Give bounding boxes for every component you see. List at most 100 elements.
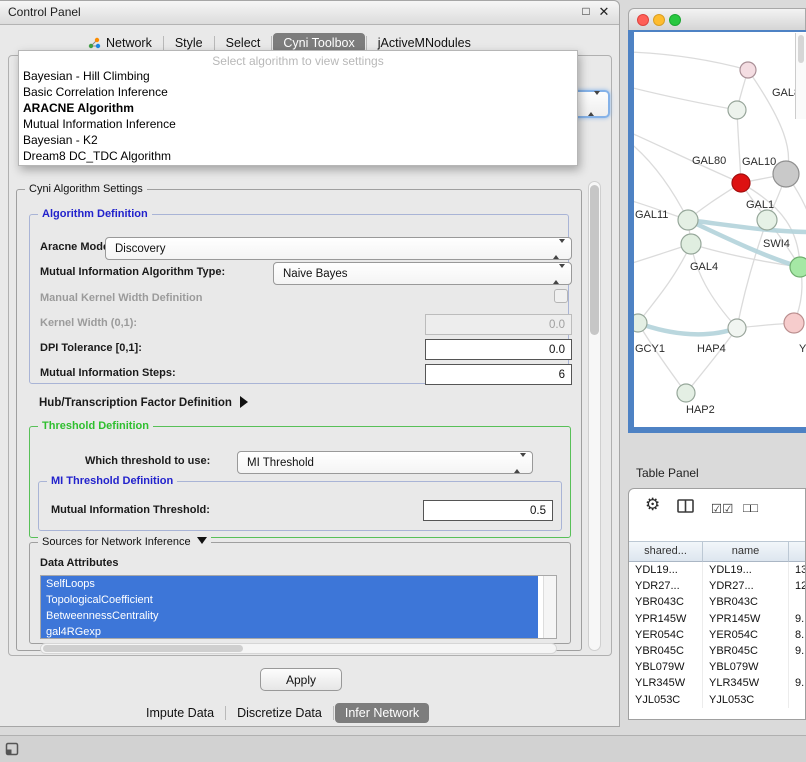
mi-steps-field[interactable]: 6 (425, 364, 572, 385)
float-window-icon[interactable]: □ (579, 4, 593, 18)
attribute-item-selfloops[interactable]: SelfLoops (41, 576, 538, 592)
column-header-extra[interactable] (789, 541, 805, 562)
algorithm-option-bayesian-hill-climbing[interactable]: Bayesian - Hill Climbing (19, 69, 577, 85)
attributes-list-scrollbar[interactable] (543, 576, 556, 638)
network-node[interactable] (678, 210, 698, 230)
sources-section-toggle[interactable]: Sources for Network Inference (38, 536, 211, 548)
algorithm-option-aracne-algorithm[interactable]: ARACNE Algorithm (19, 101, 577, 117)
mi-threshold-label: Mutual Information Threshold: (51, 504, 210, 516)
network-node-label-swi4: SWI4 (763, 238, 790, 250)
window-title: Control Panel (8, 5, 81, 19)
network-node[interactable] (732, 174, 750, 192)
table-cell: YLR345W (703, 675, 789, 691)
network-view-frame: GAL8GAL80GAL10GAL11GAL1SWI4GAL4GCY1HAP4Y… (628, 30, 806, 433)
network-tab-glyph (88, 37, 101, 49)
mac-close-icon[interactable] (637, 14, 649, 26)
network-canvas-scrollbar[interactable] (795, 33, 806, 119)
show-columns-icon[interactable] (677, 499, 695, 519)
network-edge (737, 110, 741, 183)
apply-button[interactable]: Apply (260, 668, 342, 691)
network-canvas-svg: GAL8GAL80GAL10GAL11GAL1SWI4GAL4GCY1HAP4Y… (634, 32, 806, 427)
bottom-tab-infer-network[interactable]: Infer Network (335, 703, 429, 723)
network-canvas[interactable]: GAL8GAL80GAL10GAL11GAL1SWI4GAL4GCY1HAP4Y… (634, 32, 806, 427)
table-row[interactable]: YDL19...YDL19...13 (629, 562, 805, 578)
column-header-name[interactable]: name (703, 541, 789, 562)
attribute-item-topologicalcoefficient[interactable]: TopologicalCoefficient (41, 592, 538, 608)
dpi-tolerance-field[interactable]: 0.0 (425, 339, 572, 360)
table-row[interactable]: YJL053CYJL053C (629, 692, 805, 708)
network-node-label-gal10: GAL10 (742, 156, 776, 168)
network-node[interactable] (681, 234, 701, 254)
network-node-label-gal1: GAL1 (746, 199, 774, 211)
network-node[interactable] (757, 210, 777, 230)
algorithm-option-dream8-dc-tdc-algorithm[interactable]: Dream8 DC_TDC Algorithm (19, 149, 577, 165)
table-row[interactable]: YPR145WYPR145W9. (629, 611, 805, 627)
table-row[interactable]: YDR27...YDR27...12 (629, 578, 805, 594)
bottom-tab-impute-data[interactable]: Impute Data (136, 703, 224, 723)
mac-minimize-icon[interactable] (653, 14, 665, 26)
vscrollbar-thumb[interactable] (590, 185, 599, 335)
attributes-horizontal-scrollbar[interactable] (40, 643, 557, 654)
network-node[interactable] (728, 319, 746, 337)
deselect-all-icon[interactable]: □□ (743, 501, 758, 515)
bottom-tab-discretize-data[interactable]: Discretize Data (227, 703, 332, 723)
which-threshold-select[interactable]: MI Threshold (237, 451, 533, 474)
panel-dock-icon[interactable] (5, 742, 19, 761)
network-scrollbar-thumb[interactable] (798, 35, 804, 63)
mi-type-select[interactable]: Naive Bayes (273, 262, 572, 285)
data-attributes-items: SelfLoopsTopologicalCoefficientBetweenne… (41, 576, 556, 639)
table-body: YDL19...YDL19...13YDR27...YDR27...12YBR0… (629, 562, 805, 708)
table-row[interactable]: YBL079WYBL079W (629, 659, 805, 675)
network-edge (686, 328, 737, 393)
bottom-status-strip (0, 735, 806, 762)
network-node-label-hap4: HAP4 (697, 343, 726, 355)
network-node[interactable] (634, 314, 647, 332)
table-cell: YER054C (629, 627, 703, 643)
table-cell (789, 594, 805, 610)
attribute-item-gal4rgexp[interactable]: gal4RGexp (41, 624, 538, 639)
tab-label: Discretize Data (237, 706, 322, 720)
bottom-tab-bar: Impute Data Discretize Data Infer Network (136, 701, 429, 725)
tab-label: Impute Data (146, 706, 214, 720)
cyni-algorithm-settings-title: Cyni Algorithm Settings (25, 183, 147, 195)
mac-zoom-icon[interactable] (669, 14, 681, 26)
table-row[interactable]: YLR345WYLR345W9. (629, 675, 805, 691)
column-header-shared[interactable]: shared... (629, 541, 703, 562)
attribute-item-betweennesscentrality[interactable]: BetweennessCentrality (41, 608, 538, 624)
network-node[interactable] (677, 384, 695, 402)
hub-section-toggle[interactable]: Hub/Transcription Factor Definition (39, 396, 248, 409)
settings-gear-icon[interactable]: ⚙ (645, 495, 660, 515)
select-all-icon[interactable]: ☑☑ (711, 501, 733, 516)
cyni-algorithm-settings-group: Cyni Algorithm Settings Algorithm Defini… (16, 189, 582, 651)
table-cell (789, 659, 805, 675)
settings-vertical-scrollbar[interactable] (588, 181, 601, 651)
hscrollbar-thumb[interactable] (43, 645, 243, 652)
control-panel-titlebar: Control Panel □ ✕ (0, 1, 619, 25)
network-node-label-hap2: HAP2 (686, 404, 715, 416)
manual-kernel-checkbox[interactable] (554, 289, 568, 303)
close-icon[interactable]: ✕ (597, 4, 611, 20)
network-edge (634, 52, 748, 70)
table-row[interactable]: YER054CYER054C8. (629, 627, 805, 643)
algorithm-option-bayesian-k2[interactable]: Bayesian - K2 (19, 133, 577, 149)
mi-threshold-group: MI Threshold Definition Mutual Informati… (38, 481, 562, 531)
network-node[interactable] (728, 101, 746, 119)
network-node[interactable] (784, 313, 804, 333)
network-edge (634, 87, 737, 110)
aracne-mode-select[interactable]: Discovery (105, 237, 572, 260)
table-row[interactable]: YBR043CYBR043C (629, 594, 805, 610)
table-cell: YJL053C (703, 692, 789, 708)
table-cell: YDL19... (703, 562, 789, 578)
table-row[interactable]: YBR045CYBR045C9. (629, 643, 805, 659)
table-panel-window: ⚙ ☑☑ □□ shared...name YDL19...YDL19...13… (628, 488, 806, 720)
data-attributes-list[interactable]: SelfLoopsTopologicalCoefficientBetweenne… (40, 575, 557, 639)
mi-threshold-field[interactable]: 0.5 (423, 500, 553, 521)
network-node[interactable] (773, 161, 799, 187)
algorithm-option-mutual-information-inference[interactable]: Mutual Information Inference (19, 117, 577, 133)
network-node[interactable] (740, 62, 756, 78)
table-panel-title: Table Panel (636, 466, 699, 480)
network-node[interactable] (790, 257, 806, 277)
table-cell: YBR043C (629, 594, 703, 610)
algorithm-option-basic-correlation-inference[interactable]: Basic Correlation Inference (19, 85, 577, 101)
dpi-tolerance-value: 0.0 (549, 344, 565, 356)
